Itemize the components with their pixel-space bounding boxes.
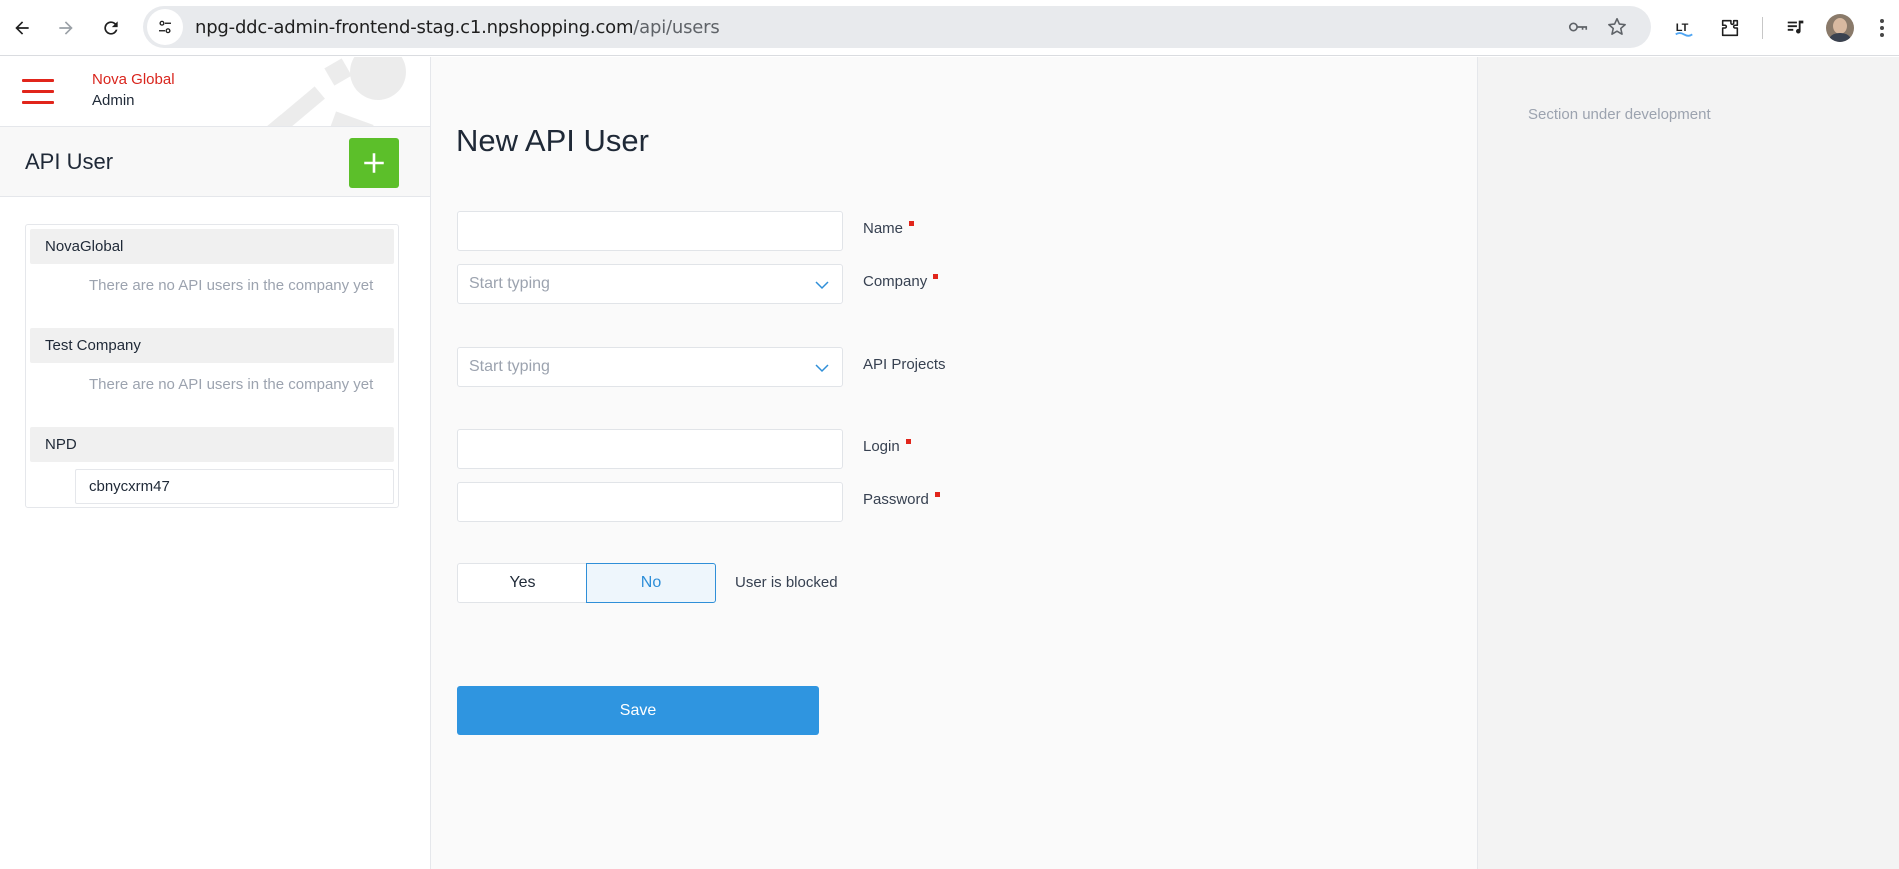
company-row-npd[interactable]: NPD <box>30 427 394 462</box>
svg-text:LT: LT <box>1676 22 1689 34</box>
extensions-button[interactable] <box>1715 13 1745 43</box>
arrow-right-icon <box>59 21 73 35</box>
hamburger-line-icon <box>22 79 54 82</box>
development-note: Section under development <box>1528 106 1711 123</box>
queue-music-icon <box>1787 20 1804 34</box>
chevron-down-icon <box>815 364 829 373</box>
gear-watermark-icon <box>234 57 406 126</box>
blocked-yes-option[interactable]: Yes <box>457 563 587 603</box>
puzzle-icon <box>1721 19 1739 37</box>
api-projects-select-placeholder: Start typing <box>469 358 550 375</box>
company-row-novaglobal[interactable]: NovaGlobal <box>30 229 394 264</box>
languagetool-icon: LT <box>1675 22 1693 37</box>
chevron-down-icon <box>815 281 829 290</box>
empty-users-note: There are no API users in the company ye… <box>89 376 374 393</box>
api-projects-label: API Projects <box>863 356 946 373</box>
left-panel: Nova Global Admin API User NovaGlobal Th… <box>0 57 431 869</box>
key-icon <box>1568 22 1588 32</box>
star-icon <box>1608 17 1626 35</box>
save-button[interactable]: Save <box>457 686 819 735</box>
required-marker <box>909 221 915 226</box>
api-user-row[interactable]: cbnycxrm47 <box>75 469 394 504</box>
required-marker <box>934 492 940 497</box>
app-root: Nova Global Admin API User NovaGlobal Th… <box>0 57 1899 869</box>
login-input[interactable] <box>457 429 843 469</box>
api-user-list-header: API User <box>0 127 430 197</box>
profile-avatar-button[interactable] <box>1826 14 1854 42</box>
page-title: New API User <box>456 123 649 158</box>
brand-header: Nova Global Admin <box>0 57 430 127</box>
site-info-button[interactable] <box>147 9 183 45</box>
new-api-user-form: New API User Name Start typing Company S… <box>431 57 1477 869</box>
hamburger-line-icon <box>22 101 54 104</box>
list-title: API User <box>25 149 114 174</box>
details-panel: Section under development <box>1477 57 1899 869</box>
password-input[interactable] <box>457 482 843 522</box>
forward-button[interactable] <box>50 12 82 44</box>
menu-toggle-button[interactable] <box>22 79 56 105</box>
empty-users-note: There are no API users in the company ye… <box>89 277 374 294</box>
address-bar[interactable]: npg-ddc-admin-frontend-stag.c1.npshoppin… <box>143 6 1651 48</box>
dot-icon <box>1880 26 1884 30</box>
browser-menu-button[interactable] <box>1872 14 1892 42</box>
api-projects-select[interactable]: Start typing <box>457 347 843 387</box>
company-select-placeholder: Start typing <box>469 275 550 292</box>
plus-icon <box>364 153 384 173</box>
password-key-button[interactable] <box>1566 15 1590 39</box>
back-button[interactable] <box>6 12 38 44</box>
company-select[interactable]: Start typing <box>457 264 843 304</box>
company-tree: NovaGlobal There are no API users in the… <box>25 224 399 508</box>
company-label: Company <box>863 273 939 290</box>
tune-icon <box>159 20 171 34</box>
reload-icon <box>104 21 118 35</box>
password-label: Password <box>863 491 940 508</box>
url-text: npg-ddc-admin-frontend-stag.c1.npshoppin… <box>195 16 720 38</box>
required-marker <box>933 274 939 279</box>
toolbar-divider <box>1762 17 1763 39</box>
arrow-left-icon <box>15 21 29 35</box>
name-label: Name <box>863 220 915 237</box>
dot-icon <box>1880 19 1884 23</box>
required-marker <box>905 439 911 444</box>
login-label: Login <box>863 438 911 455</box>
name-input[interactable] <box>457 211 843 251</box>
languagetool-extension-button[interactable]: LT <box>1669 13 1699 43</box>
dot-icon <box>1880 33 1884 37</box>
brand-role: Admin <box>92 92 135 109</box>
hamburger-line-icon <box>22 90 54 93</box>
user-blocked-label: User is blocked <box>735 574 838 591</box>
media-controls-button[interactable] <box>1781 13 1811 43</box>
company-row-test-company[interactable]: Test Company <box>30 328 394 363</box>
bookmark-button[interactable] <box>1605 15 1629 39</box>
blocked-no-option[interactable]: No <box>586 563 716 603</box>
browser-toolbar: npg-ddc-admin-frontend-stag.c1.npshoppin… <box>0 0 1899 56</box>
add-api-user-button[interactable] <box>349 138 399 188</box>
brand-name: Nova Global <box>92 71 175 88</box>
reload-button[interactable] <box>95 12 127 44</box>
